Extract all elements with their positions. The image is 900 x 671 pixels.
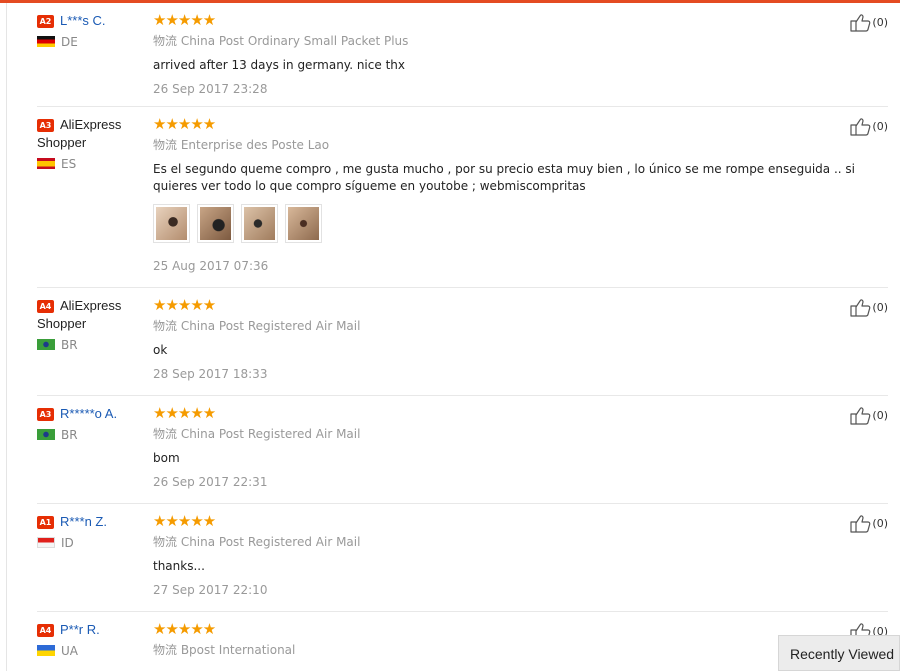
review-text: arrived after 13 days in germany. nice t…	[153, 58, 405, 72]
review-content: ★★★★★ 物流 China Post Registered Air Mail …	[153, 297, 773, 381]
flag-br-icon	[37, 429, 55, 440]
thumbs-up-icon	[850, 118, 871, 136]
reviewer-info: A3 R*****o A. BR	[37, 405, 147, 442]
flag-de-icon	[37, 36, 55, 47]
review-date: 28 Sep 2017 18:33	[153, 367, 268, 381]
review-date: 27 Sep 2017 22:10	[153, 583, 268, 597]
star-rating: ★★★★★	[153, 296, 216, 314]
recently-viewed-button[interactable]: Recently Viewed	[778, 635, 900, 671]
reviewer-info: A4 P**r R. UA	[37, 621, 147, 658]
level-badge: A4	[37, 300, 54, 313]
country-code: ES	[61, 157, 77, 171]
review-item: A1 R***n Z. ID ★★★★★ 物流 China Post Regist…	[37, 504, 888, 612]
thumbs-up-icon	[850, 14, 871, 32]
level-badge: A3	[37, 119, 54, 132]
review-item: A4 P**r R. UA ★★★★★ 物流 Bpost Internationa…	[37, 612, 888, 671]
level-badge: A3	[37, 408, 54, 421]
review-content: ★★★★★ 物流 China Post Registered Air Mail …	[153, 405, 773, 489]
level-badge: A1	[37, 516, 54, 529]
helpful-count: (0)	[872, 517, 888, 530]
reviewer-name[interactable]: L***s C.	[60, 13, 106, 28]
review-item: A3 R*****o A. BR ★★★★★ 物流 China Post Regi…	[37, 396, 888, 504]
recently-viewed-label: Recently Viewed	[790, 646, 895, 662]
review-photos	[153, 204, 773, 243]
logistics-info: 物流 Enterprise des Poste Lao	[153, 138, 330, 152]
review-photo[interactable]	[197, 204, 234, 243]
helpful-button[interactable]: (0)	[850, 117, 888, 136]
country-code: ID	[61, 536, 74, 550]
logistics-info: 物流 Bpost International	[153, 643, 296, 657]
reviewer-info: A1 R***n Z. ID	[37, 513, 147, 550]
level-badge: A4	[37, 624, 54, 637]
review-content: ★★★★★ 物流 Enterprise des Poste Lao Es el …	[153, 115, 855, 273]
review-content: ★★★★★ 物流 China Post Ordinary Small Packe…	[153, 12, 773, 96]
reviewer-info: A4 AliExpress Shopper BR	[37, 297, 147, 352]
reviewer-name[interactable]: P**r R.	[60, 622, 100, 637]
thumbs-up-icon	[850, 515, 871, 533]
star-rating: ★★★★★	[153, 620, 216, 638]
review-list: A2 L***s C. DE ★★★★★ 物流 China Post Ordina…	[37, 3, 888, 671]
review-item: A4 AliExpress Shopper BR ★★★★★ 物流 China P…	[37, 288, 888, 396]
star-rating: ★★★★★	[153, 11, 216, 29]
helpful-button[interactable]: (0)	[850, 406, 888, 425]
review-text: ok	[153, 343, 168, 357]
thumbs-up-icon	[850, 299, 871, 317]
reviewer-name[interactable]: R*****o A.	[60, 406, 117, 421]
review-photo[interactable]	[241, 204, 278, 243]
helpful-button[interactable]: (0)	[850, 514, 888, 533]
thumbs-up-icon	[850, 407, 871, 425]
reviewer-info: A3 AliExpress Shopper ES	[37, 116, 147, 171]
country-code: DE	[61, 35, 78, 49]
flag-es-icon	[37, 158, 55, 169]
helpful-count: (0)	[872, 120, 888, 133]
review-content: ★★★★★ 物流 Bpost International	[153, 621, 773, 657]
photo-image	[200, 207, 231, 240]
helpful-button[interactable]: (0)	[850, 298, 888, 317]
left-border	[6, 3, 7, 671]
helpful-count: (0)	[872, 301, 888, 314]
review-photo[interactable]	[285, 204, 322, 243]
review-date: 25 Aug 2017 07:36	[153, 259, 269, 273]
photo-image	[244, 207, 275, 240]
flag-ua-icon	[37, 645, 55, 656]
review-item: A3 AliExpress Shopper ES ★★★★★ 物流 Enterpr…	[37, 107, 888, 288]
helpful-count: (0)	[872, 409, 888, 422]
helpful-count: (0)	[872, 16, 888, 29]
star-rating: ★★★★★	[153, 404, 216, 422]
reviewer-info: A2 L***s C. DE	[37, 12, 147, 49]
photo-image	[288, 207, 319, 240]
star-rating: ★★★★★	[153, 512, 216, 530]
photo-image	[156, 207, 187, 240]
flag-id-icon	[37, 537, 55, 548]
country-code: BR	[61, 428, 78, 442]
review-item: A2 L***s C. DE ★★★★★ 物流 China Post Ordina…	[37, 3, 888, 107]
review-text: Es el segundo queme compro , me gusta mu…	[153, 162, 855, 193]
country-code: BR	[61, 338, 78, 352]
review-text: thanks...	[153, 559, 205, 573]
level-badge: A2	[37, 15, 54, 28]
flag-br-icon	[37, 339, 55, 350]
review-text: bom	[153, 451, 180, 465]
logistics-info: 物流 China Post Ordinary Small Packet Plus	[153, 34, 409, 48]
review-content: ★★★★★ 物流 China Post Registered Air Mail …	[153, 513, 773, 597]
review-date: 26 Sep 2017 22:31	[153, 475, 268, 489]
logistics-info: 物流 China Post Registered Air Mail	[153, 535, 361, 549]
reviewer-name[interactable]: R***n Z.	[60, 514, 107, 529]
helpful-button[interactable]: (0)	[850, 13, 888, 32]
logistics-info: 物流 China Post Registered Air Mail	[153, 427, 361, 441]
logistics-info: 物流 China Post Registered Air Mail	[153, 319, 361, 333]
review-date: 26 Sep 2017 23:28	[153, 82, 268, 96]
review-photo[interactable]	[153, 204, 190, 243]
star-rating: ★★★★★	[153, 115, 216, 133]
country-code: UA	[61, 644, 78, 658]
